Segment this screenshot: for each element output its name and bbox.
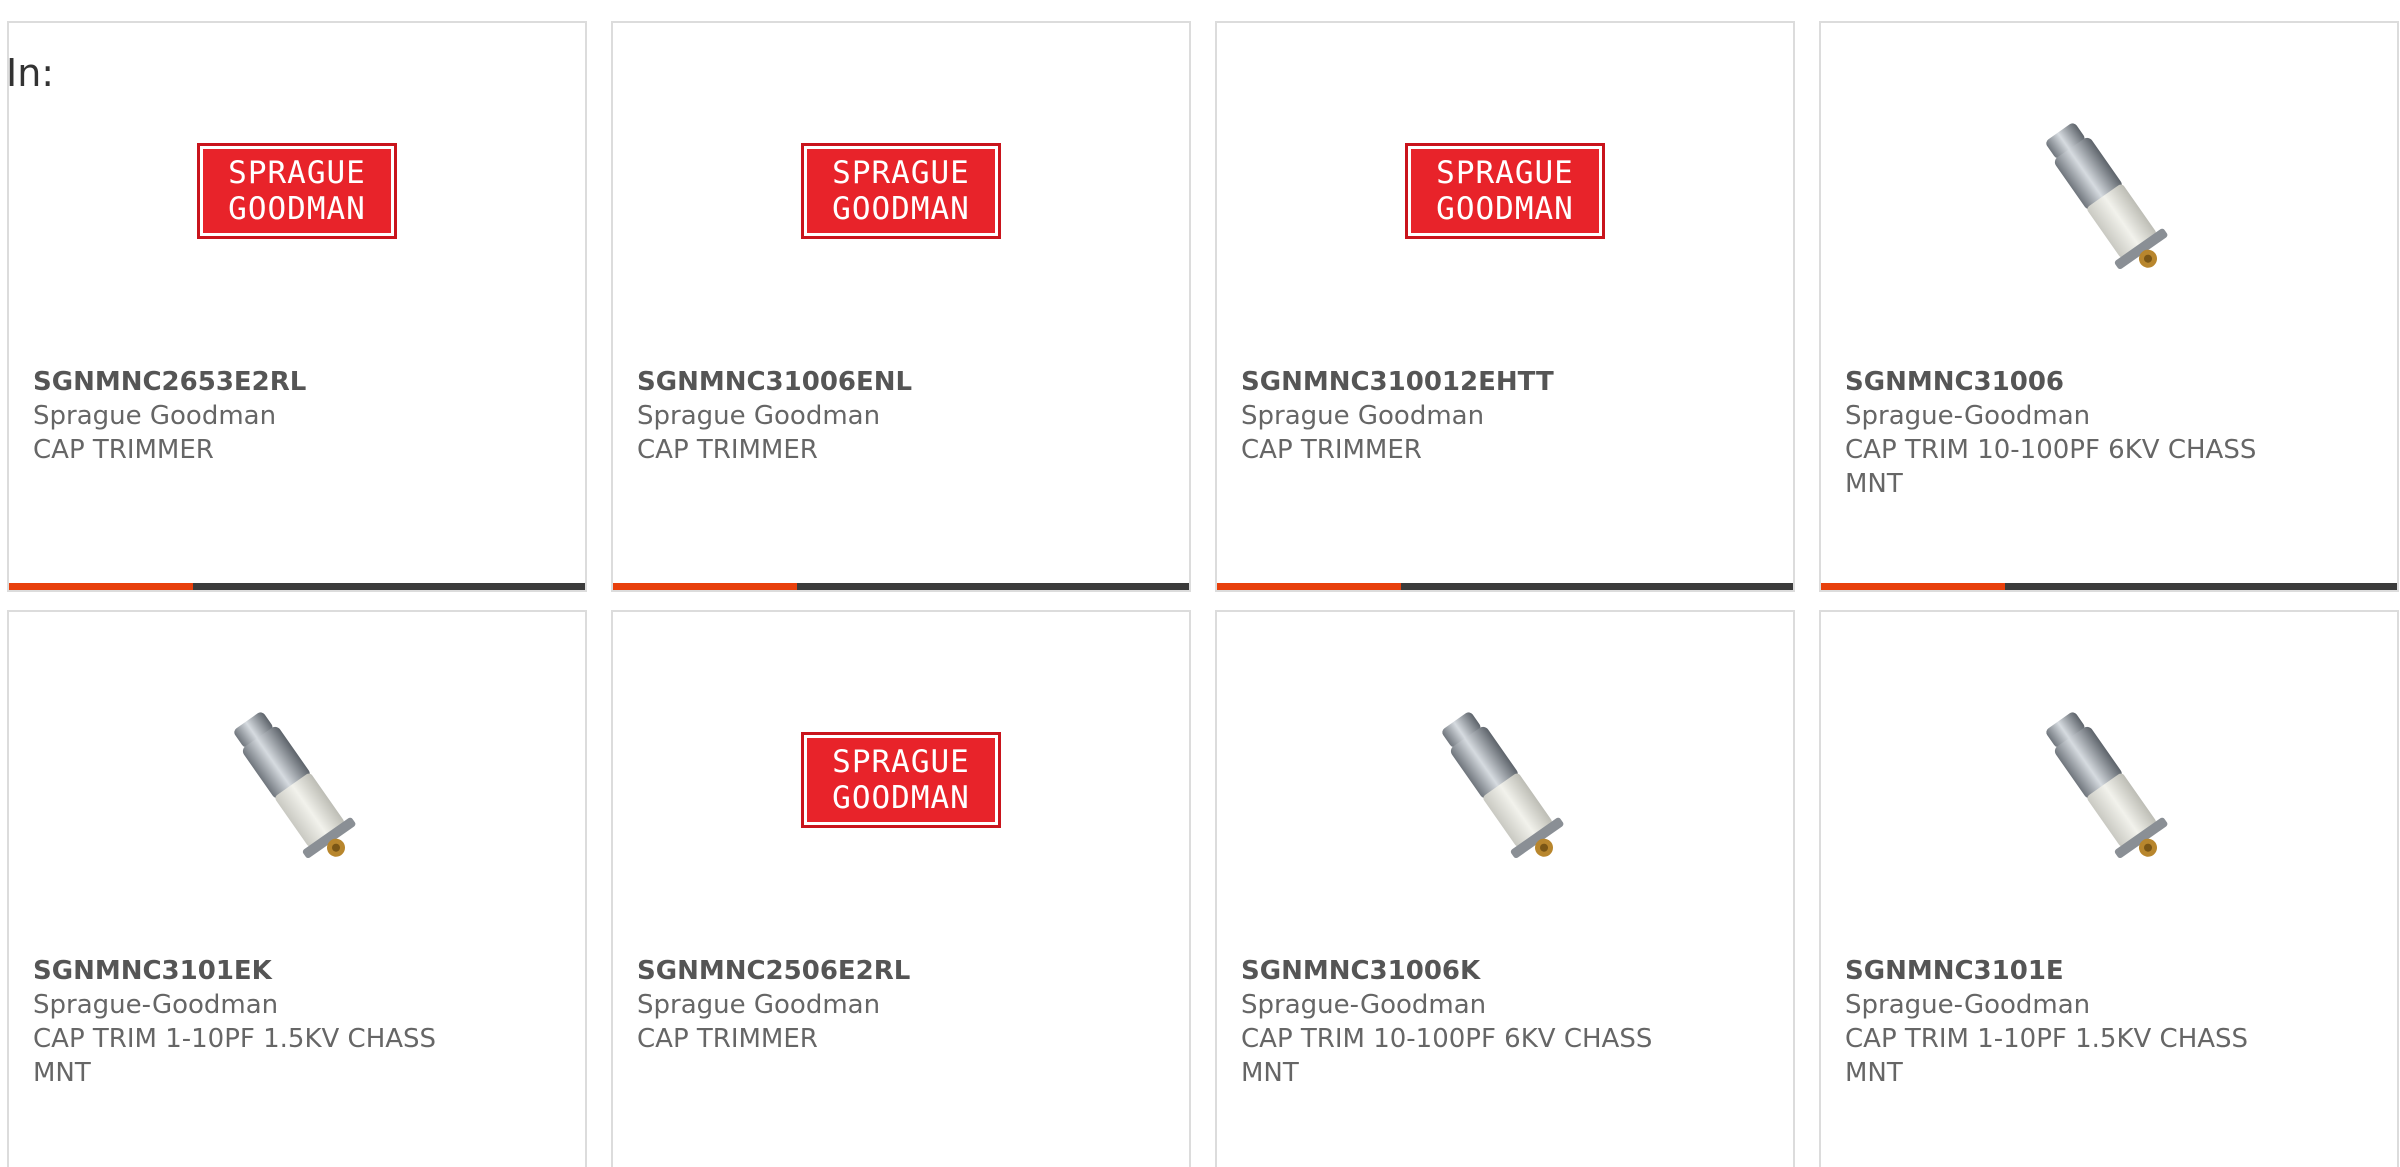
card-progress-bar [9,583,585,590]
card-progress-fill [1821,583,2006,590]
product-image: SPRAGUE GOODMAN [9,143,585,353]
card-progress-fill [9,583,194,590]
product-description: CAP TRIM 10-100PF 6KV CHASS MNT [1241,1024,1653,1088]
product-description: CAP TRIM 1-10PF 1.5KV CHASS MNT [33,1024,437,1088]
logo-line: SPRAGUE [832,744,970,780]
sprague-goodman-logo: SPRAGUE GOODMAN [801,143,1001,239]
part-number[interactable]: SGNMNC2506E2RL [637,954,1049,988]
product-description: CAP TRIMMER [33,435,214,465]
product-image [1821,108,2397,318]
part-number[interactable]: SGNMNC3101E [1845,954,2257,988]
logo-line: GOODMAN [228,191,366,227]
manufacturer-name: Sprague Goodman [637,401,881,431]
product-card[interactable]: SPRAGUE GOODMAN SGNMNC2506E2RL Sprague G… [611,610,1191,1167]
logo-line: GOODMAN [832,780,970,816]
trimmer-capacitor-image [234,712,356,858]
product-card[interactable]: SGNMNC3101EK Sprague-Goodman CAP TRIM 1-… [7,610,587,1167]
product-card[interactable]: SPRAGUE GOODMAN SGNMNC310012EHTT Sprague… [1215,21,1795,592]
trimmer-capacitor-image [2046,123,2168,269]
product-card[interactable]: SPRAGUE GOODMAN SGNMNC31006ENL Sprague G… [611,21,1191,592]
filter-in-label: In: [6,51,55,95]
part-number[interactable]: SGNMNC31006 [1845,365,2257,399]
manufacturer-name: Sprague-Goodman [1845,990,2091,1020]
part-number[interactable]: SGNMNC31006ENL [637,365,1049,399]
logo-line: SPRAGUE [228,155,366,191]
product-image [1217,697,1793,907]
trimmer-capacitor-image [2046,712,2168,858]
logo-line: GOODMAN [1436,191,1574,227]
product-description: CAP TRIMMER [637,1024,818,1054]
product-results-page: In: SPRAGUE GOODMAN SGNMNC2653E2RL Sprag… [0,0,2400,1167]
sprague-goodman-logo: SPRAGUE GOODMAN [197,143,397,239]
logo-line: SPRAGUE [1436,155,1574,191]
card-progress-fill [1217,583,1402,590]
card-progress-bar [613,583,1189,590]
logo-line: GOODMAN [832,191,970,227]
product-image: SPRAGUE GOODMAN [613,732,1189,942]
manufacturer-name: Sprague-Goodman [33,990,279,1020]
product-image: SPRAGUE GOODMAN [613,143,1189,353]
part-number[interactable]: SGNMNC2653E2RL [33,365,445,399]
manufacturer-name: Sprague Goodman [33,401,277,431]
product-grid: SPRAGUE GOODMAN SGNMNC2653E2RL Sprague G… [7,21,2399,1167]
part-number[interactable]: SGNMNC31006K [1241,954,1653,988]
product-description: CAP TRIMMER [637,435,818,465]
product-image [1821,697,2397,907]
sprague-goodman-logo: SPRAGUE GOODMAN [1405,143,1605,239]
product-card[interactable]: SPRAGUE GOODMAN SGNMNC2653E2RL Sprague G… [7,21,587,592]
manufacturer-name: Sprague Goodman [637,990,881,1020]
product-card[interactable]: SGNMNC3101E Sprague-Goodman CAP TRIM 1-1… [1819,610,2399,1167]
product-image [9,697,585,907]
manufacturer-name: Sprague Goodman [1241,401,1485,431]
product-description: CAP TRIM 10-100PF 6KV CHASS MNT [1845,435,2257,499]
logo-line: SPRAGUE [832,155,970,191]
card-progress-bar [1217,583,1793,590]
card-progress-bar [1821,583,2397,590]
product-description: CAP TRIMMER [1241,435,1422,465]
product-card[interactable]: SGNMNC31006K Sprague-Goodman CAP TRIM 10… [1215,610,1795,1167]
part-number[interactable]: SGNMNC3101EK [33,954,445,988]
manufacturer-name: Sprague-Goodman [1241,990,1487,1020]
product-image: SPRAGUE GOODMAN [1217,143,1793,353]
product-card[interactable]: SGNMNC31006 Sprague-Goodman CAP TRIM 10-… [1819,21,2399,592]
part-number[interactable]: SGNMNC310012EHTT [1241,365,1653,399]
card-progress-fill [613,583,798,590]
sprague-goodman-logo: SPRAGUE GOODMAN [801,732,1001,828]
manufacturer-name: Sprague-Goodman [1845,401,2091,431]
product-description: CAP TRIM 1-10PF 1.5KV CHASS MNT [1845,1024,2249,1088]
trimmer-capacitor-image [1442,712,1564,858]
